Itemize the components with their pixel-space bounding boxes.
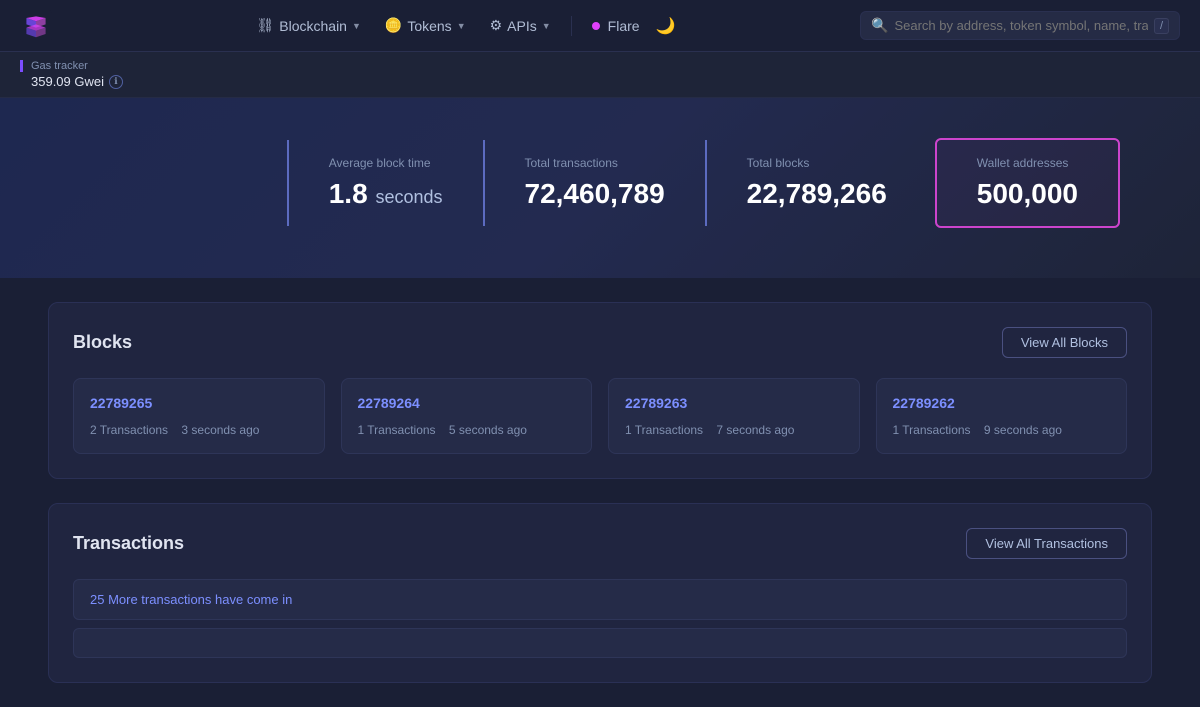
- wallet-addresses-stat: Wallet addresses 500,000: [935, 138, 1120, 228]
- apis-menu[interactable]: ⚙ APIs ▼: [482, 11, 559, 40]
- search-icon: 🔍: [871, 17, 888, 34]
- transactions-notification[interactable]: 25 More transactions have come in: [73, 579, 1127, 620]
- navbar: ⛓ Blockchain ▼ 🪙 Tokens ▼ ⚙ APIs ▼ Flare…: [0, 0, 1200, 52]
- wallet-addresses-label: Wallet addresses: [977, 156, 1078, 170]
- block-card[interactable]: 22789265 2 Transactions 3 seconds ago: [73, 378, 325, 454]
- total-blocks-value: 22,789,266: [747, 178, 887, 210]
- total-tx-value: 72,460,789: [525, 178, 665, 210]
- block-meta: 2 Transactions 3 seconds ago: [90, 423, 308, 437]
- block-meta: 1 Transactions 5 seconds ago: [358, 423, 576, 437]
- view-all-blocks-button[interactable]: View All Blocks: [1002, 327, 1127, 358]
- apis-label: APIs: [507, 18, 537, 34]
- block-time-ago: 5 seconds ago: [449, 423, 527, 437]
- blocks-grid: 22789265 2 Transactions 3 seconds ago 22…: [73, 378, 1127, 454]
- flare-dot-icon: [592, 22, 600, 30]
- block-time-ago: 3 seconds ago: [181, 423, 259, 437]
- block-tx-count: 1 Transactions: [358, 423, 436, 437]
- main-content: Blocks View All Blocks 22789265 2 Transa…: [0, 278, 1200, 707]
- block-card[interactable]: 22789262 1 Transactions 9 seconds ago: [876, 378, 1128, 454]
- hero-stats: Average block time 1.8 seconds Total tra…: [287, 138, 1120, 228]
- avg-block-time-number: 1.8: [329, 178, 368, 209]
- total-blocks-stat: Total blocks 22,789,266: [705, 140, 927, 226]
- blockchain-label: Blockchain: [279, 18, 347, 34]
- block-card[interactable]: 22789264 1 Transactions 5 seconds ago: [341, 378, 593, 454]
- gas-tracker-bar: Gas tracker 359.09 Gwei ℹ: [0, 52, 1200, 98]
- total-tx-label: Total transactions: [525, 156, 665, 170]
- block-time-ago: 7 seconds ago: [716, 423, 794, 437]
- search-slash-badge: /: [1154, 18, 1169, 34]
- block-tx-count: 1 Transactions: [625, 423, 703, 437]
- gas-tracker-label: Gas tracker: [20, 60, 1180, 72]
- block-number: 22789262: [893, 395, 1111, 411]
- blocks-section-header: Blocks View All Blocks: [73, 327, 1127, 358]
- gas-tracker-value: 359.09 Gwei ℹ: [20, 74, 1180, 89]
- blockchain-menu[interactable]: ⛓ Blockchain ▼: [248, 11, 368, 40]
- block-number: 22789265: [90, 395, 308, 411]
- tokens-label: Tokens: [407, 18, 451, 34]
- transactions-section-header: Transactions View All Transactions: [73, 528, 1127, 559]
- apis-icon: ⚙: [490, 17, 503, 34]
- notification-text: More transactions have come in: [104, 592, 292, 607]
- transactions-title: Transactions: [73, 533, 184, 554]
- gas-info-icon[interactable]: ℹ: [109, 75, 123, 89]
- avg-block-time-unit: seconds: [375, 187, 442, 207]
- transaction-row-preview: [73, 628, 1127, 658]
- tokens-chevron-icon: ▼: [457, 21, 466, 31]
- block-tx-count: 1 Transactions: [893, 423, 971, 437]
- total-transactions-stat: Total transactions 72,460,789: [483, 140, 705, 226]
- hero-section: Average block time 1.8 seconds Total tra…: [0, 98, 1200, 278]
- apis-chevron-icon: ▼: [542, 21, 551, 31]
- avg-block-time-value: 1.8 seconds: [329, 178, 443, 210]
- flare-link[interactable]: Flare: [584, 12, 648, 40]
- blockchain-icon: ⛓: [256, 17, 274, 34]
- transactions-section: Transactions View All Transactions 25 Mo…: [48, 503, 1152, 683]
- search-input[interactable]: [894, 18, 1148, 33]
- blocks-title: Blocks: [73, 332, 132, 353]
- nav-divider-1: [571, 16, 572, 36]
- wallet-addresses-value: 500,000: [977, 178, 1078, 210]
- total-blocks-label: Total blocks: [747, 156, 887, 170]
- flare-label: Flare: [608, 18, 640, 34]
- tokens-icon: 🪙: [385, 17, 402, 34]
- view-all-transactions-button[interactable]: View All Transactions: [966, 528, 1127, 559]
- blockchain-chevron-icon: ▼: [352, 21, 361, 31]
- nav-links: ⛓ Blockchain ▼ 🪙 Tokens ▼ ⚙ APIs ▼ Flare…: [88, 11, 836, 40]
- gas-value-text: 359.09 Gwei: [31, 74, 104, 89]
- block-number: 22789263: [625, 395, 843, 411]
- block-tx-count: 2 Transactions: [90, 423, 168, 437]
- dark-mode-toggle[interactable]: 🌙: [656, 16, 676, 36]
- logo[interactable]: [20, 10, 52, 42]
- block-meta: 1 Transactions 7 seconds ago: [625, 423, 843, 437]
- notification-count: 25: [90, 592, 104, 607]
- avg-block-time-label: Average block time: [329, 156, 443, 170]
- block-number: 22789264: [358, 395, 576, 411]
- avg-block-time-stat: Average block time 1.8 seconds: [287, 140, 483, 226]
- blocks-section: Blocks View All Blocks 22789265 2 Transa…: [48, 302, 1152, 479]
- tokens-menu[interactable]: 🪙 Tokens ▼: [377, 11, 474, 40]
- block-time-ago: 9 seconds ago: [984, 423, 1062, 437]
- block-card[interactable]: 22789263 1 Transactions 7 seconds ago: [608, 378, 860, 454]
- search-bar[interactable]: 🔍 /: [860, 11, 1180, 40]
- block-meta: 1 Transactions 9 seconds ago: [893, 423, 1111, 437]
